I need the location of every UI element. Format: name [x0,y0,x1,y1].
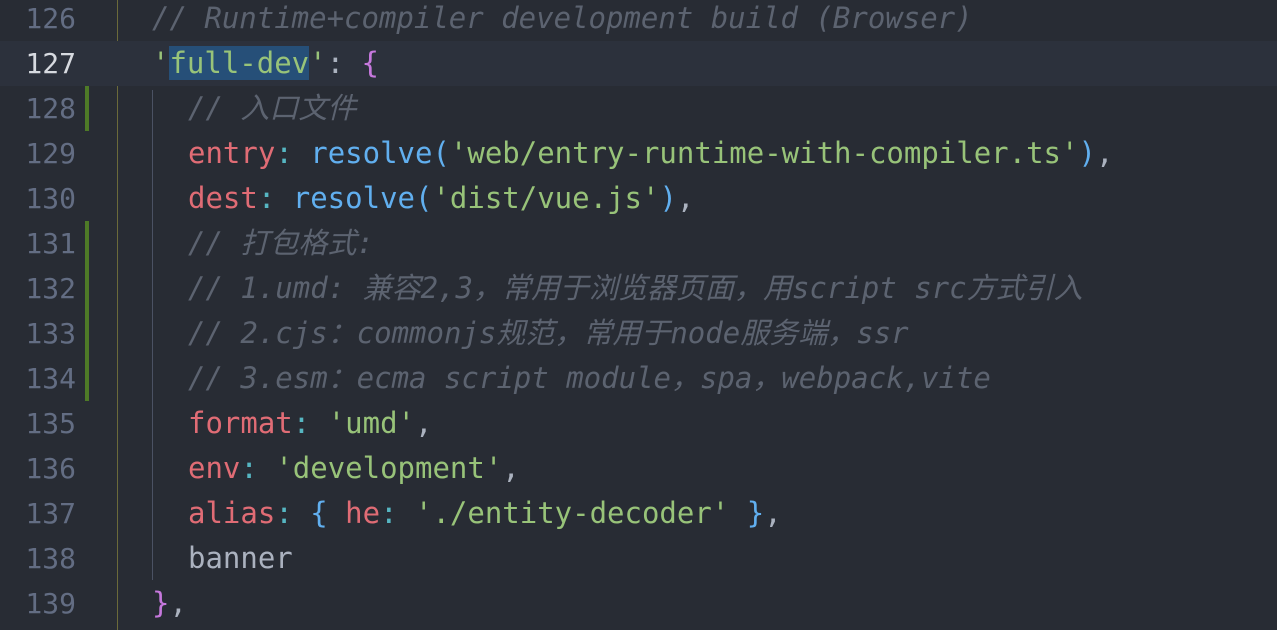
line-number: 133 [25,317,76,350]
line-number: 132 [25,272,76,305]
code-token: : [257,181,293,215]
code-text: entry: resolve('web/entry-runtime-with-c… [188,131,1113,176]
line-number: 129 [25,137,76,170]
code-token: : [292,406,328,440]
code-line[interactable]: 137 alias: { he: './entity-decoder' }, [0,491,1277,536]
code-token: 'dist/vue.js' [432,181,660,215]
line-number: 139 [25,587,76,620]
code-token: , [764,496,782,530]
code-token: : [380,496,415,530]
code-token: { [361,46,380,80]
code-line[interactable]: 138 banner [0,536,1277,581]
code-line[interactable]: 133 // 2.cjs：commonjs规范，常用于node服务端，ssr [0,311,1277,356]
code-token: ) [659,181,677,215]
code-line[interactable]: 126 // Runtime+compiler development build… [0,0,1277,41]
code-text: alias: { he: './entity-decoder' }, [188,491,782,536]
code-token: ) [1078,136,1096,170]
code-token: , [169,586,187,620]
line-number: 137 [25,497,76,530]
code-token: env [188,451,241,485]
line-number: 127 [25,47,76,80]
line-number: 136 [25,452,76,485]
code-token: 'umd' [327,406,415,440]
code-line[interactable]: 135 format: 'umd', [0,401,1277,446]
code-text: env: 'development', [188,446,520,491]
code-line[interactable]: 139}, [0,581,1277,626]
code-text: // 2.cjs：commonjs规范，常用于node服务端，ssr [188,311,909,356]
code-editor[interactable]: 126 // Runtime+compiler development build… [0,0,1277,630]
code-line[interactable]: 130 dest: resolve('dist/vue.js'), [0,176,1277,221]
code-text: // Runtime+compiler development build (B… [152,0,973,41]
line-number: 130 [25,182,76,215]
code-token: entry [188,136,276,170]
code-token: , [676,181,695,215]
code-text: banner [188,536,293,581]
code-text: }, [152,581,187,626]
code-token: } [152,586,170,620]
code-text: // 入口文件 [188,86,356,131]
code-token: // 打包格式: [188,226,374,260]
code-text: // 打包格式: [188,221,374,266]
code-token: dest [188,181,258,215]
code-token: full-dev [169,46,310,80]
code-token: // 入口文件 [188,91,357,125]
code-token: : [326,46,362,80]
code-token: // 1.umd: 兼容2,3，常用于浏览器页面，用script src方式引入 [188,271,1083,305]
code-token: : [275,136,311,170]
code-token: ( [414,181,433,215]
code-line[interactable]: 127 'full-dev': { [0,41,1277,86]
code-token: banner [188,541,293,575]
code-line[interactable]: 134 // 3.esm：ecma script module，spa，webpa… [0,356,1277,401]
line-number: 135 [25,407,76,440]
code-token: // 2.cjs：commonjs规范，常用于node服务端，ssr [188,316,909,350]
code-token: format [188,406,293,440]
line-number: 138 [25,542,76,575]
code-token: ( [432,136,450,170]
code-token: 'web/entry-runtime-with-compiler.ts' [449,136,1079,170]
code-token: resolve [292,181,415,215]
code-text: 'full-dev': { [152,41,379,86]
code-token: // Runtime+compiler development build (B… [152,1,973,35]
code-token: { [310,496,346,530]
code-token: ' [309,46,327,80]
code-text: dest: resolve('dist/vue.js'), [188,176,694,221]
line-number: 126 [25,2,76,35]
line-number: 134 [25,362,76,395]
code-token: 'development' [275,451,503,485]
code-text: // 3.esm：ecma script module，spa，webpack,… [188,356,991,401]
code-token: : [240,451,276,485]
code-line[interactable]: 132 // 1.umd: 兼容2,3，常用于浏览器页面，用script src方… [0,266,1277,311]
code-token: } [729,496,765,530]
code-token: resolve [310,136,433,170]
code-line[interactable]: 131 // 打包格式: [0,221,1277,266]
code-token: alias [188,496,276,530]
code-token: ' [152,46,170,80]
code-token: // 3.esm：ecma script module，spa，webpack,… [188,361,991,395]
code-token: , [1095,136,1114,170]
line-number: 131 [25,227,76,260]
code-line[interactable]: 129 entry: resolve('web/entry-runtime-wit… [0,131,1277,176]
code-text: format: 'umd', [188,401,432,446]
line-number: 128 [25,92,76,125]
code-token: : [275,496,311,530]
code-line[interactable]: 128 // 入口文件 [0,86,1277,131]
code-token: , [415,406,433,440]
code-token: './entity-decoder' [415,496,730,530]
code-text: // 1.umd: 兼容2,3，常用于浏览器页面，用script src方式引入 [188,266,1083,311]
code-token: , [502,451,520,485]
code-token: he [345,496,381,530]
code-line[interactable]: 136 env: 'development', [0,446,1277,491]
